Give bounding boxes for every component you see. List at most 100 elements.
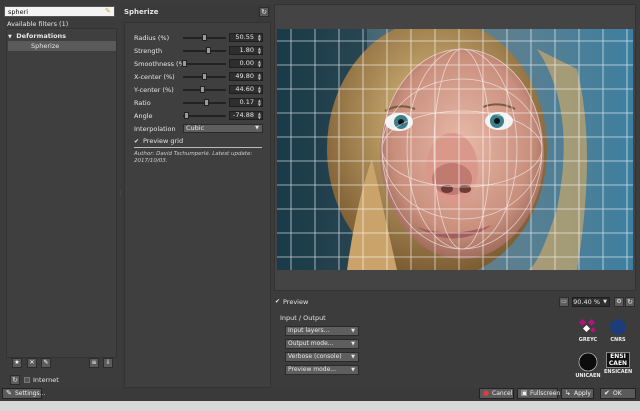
apply-icon: ↳ [565, 389, 571, 397]
reset-params-icon[interactable]: ↻ [259, 7, 269, 17]
io-header: Input / Output [280, 314, 326, 322]
tree-item-spherize[interactable]: Spherize [8, 41, 116, 51]
zoom-out-icon[interactable]: ▭ [559, 297, 569, 307]
spin-arrows-icon[interactable]: ▲ ▼ [256, 86, 261, 94]
ensicaen-mark: ENSI CAEN [606, 352, 630, 368]
param-radius: Radius (%) 50.55 ▲ ▼ [125, 33, 270, 43]
slider-handle[interactable] [204, 99, 209, 106]
slider-handle[interactable] [202, 73, 207, 80]
preview-image[interactable] [277, 29, 633, 270]
param-value-field[interactable]: 0.17 ▲ ▼ [229, 98, 263, 107]
interpolation-select[interactable]: Cubic ▼ [183, 124, 263, 133]
expand-arrow-icon[interactable]: ▼ [8, 34, 14, 40]
ok-label: OK [613, 390, 622, 397]
param-value-field[interactable]: -74.88 ▲ ▼ [229, 111, 263, 120]
param-value: 50.55 [235, 33, 254, 41]
slider-handle[interactable] [200, 86, 205, 93]
author-note: Author: David Tschumperlé. Latest update… [134, 151, 264, 165]
select-value: Preview mode... [288, 366, 336, 373]
param-slider[interactable] [183, 34, 226, 41]
clear-search-icon[interactable]: ✎ [105, 8, 112, 15]
refresh-filters-icon[interactable]: ↻ [10, 375, 20, 385]
param-slider[interactable] [183, 99, 226, 106]
spin-arrows-icon[interactable]: ▲ ▼ [256, 47, 261, 55]
unicaen-mark [578, 352, 598, 372]
chevron-down-icon: ▼ [351, 341, 355, 347]
ensicaen-text: ENSICAEN [604, 369, 633, 375]
preview-controls: ✔ Preview ▭ 90.40 % ▼ ⚙ ↻ [275, 297, 635, 309]
select-value: Output mode... [288, 340, 334, 347]
tree-category-deformations[interactable]: ▼ Deformations [8, 32, 66, 40]
param-value-field[interactable]: 49.80 ▲ ▼ [229, 72, 263, 81]
cnrs-mark [610, 319, 626, 335]
search-input[interactable]: spheri ✎ [4, 6, 115, 17]
param-slider[interactable] [183, 112, 226, 119]
param-value-field[interactable]: 50.55 ▲ ▼ [229, 33, 263, 42]
author-line: Author: David Tschumperlé. Latest update… [134, 151, 253, 157]
spin-arrows-icon[interactable]: ▲ ▼ [256, 73, 261, 81]
remove-fave-icon[interactable]: ✕ [27, 358, 37, 368]
param-smoothness: Smoothness (%) 0.00 ▲ ▼ [125, 59, 270, 69]
zoom-in-icon[interactable]: ⚙ [614, 297, 624, 307]
preview-area[interactable] [274, 4, 636, 291]
param-label: Interpolation [134, 125, 176, 133]
category-label: Deformations [16, 32, 67, 40]
param-slider[interactable] [183, 47, 226, 54]
param-slider[interactable] [182, 60, 226, 67]
zoom-select[interactable]: 90.40 % ▼ [572, 297, 610, 307]
greyc-logo: GREYC [574, 318, 602, 343]
cancel-button[interactable]: ● Cancel [479, 388, 514, 399]
settings-label: Settings... [15, 390, 46, 397]
input-layers-select[interactable]: Input layers... ▼ [285, 326, 359, 336]
list-view-icon[interactable]: ≡ [89, 358, 99, 368]
ensicaen-logo: ENSI CAEN ENSICAEN [604, 352, 632, 375]
output-mode-select[interactable]: Output mode... ▼ [285, 339, 359, 349]
param-value: -74.88 [233, 111, 254, 119]
spin-arrows-icon[interactable]: ▲ ▼ [256, 99, 261, 107]
param-slider[interactable] [183, 73, 226, 80]
filter-tools: ★ ✕ ✎ ≡ ⇩ [10, 358, 115, 370]
preview-grid-checkbox[interactable]: ✔ [134, 139, 140, 145]
param-value: 49.80 [235, 72, 254, 80]
preview-mode-select[interactable]: Preview mode... ▼ [285, 365, 359, 375]
slider-handle[interactable] [206, 47, 211, 54]
internet-row: ↻ Internet [10, 375, 110, 387]
verbose-select[interactable]: Verbose (console) ▼ [285, 352, 359, 362]
filters-panel: spheri ✎ Available filters (1) ▼ Deforma… [4, 4, 117, 386]
param-label: X-center (%) [134, 73, 175, 81]
filter-title: Spherize [124, 8, 159, 16]
fullscreen-icon: ▣ [521, 389, 528, 397]
chevron-down-icon: ▼ [603, 299, 607, 305]
param-slider[interactable] [183, 86, 226, 93]
rename-fave-icon[interactable]: ✎ [41, 358, 51, 368]
cancel-icon: ● [483, 389, 490, 397]
internet-label: Internet [33, 376, 59, 384]
refresh-preview-icon[interactable]: ↻ [625, 297, 635, 307]
select-value: Cubic [186, 124, 205, 132]
fullscreen-button[interactable]: ▣ Fullscreen [517, 388, 560, 399]
ok-button[interactable]: ✔ OK [600, 388, 636, 399]
preview-checkbox[interactable]: ✔ [275, 298, 280, 305]
param-label: Radius (%) [134, 34, 170, 42]
chevron-down-icon: ▼ [351, 367, 355, 373]
slider-handle[interactable] [202, 34, 207, 41]
slider-handle[interactable] [182, 60, 187, 67]
param-value-field[interactable]: 0.00 ▲ ▼ [229, 59, 263, 68]
apply-button[interactable]: ↳ Apply [561, 388, 594, 399]
settings-button[interactable]: ✎ Settings... [2, 388, 46, 399]
param-value-field[interactable]: 44.60 ▲ ▼ [229, 85, 263, 94]
preview-grid-option[interactable]: ✔ Preview grid [134, 137, 183, 145]
param-angle: Angle -74.88 ▲ ▼ [125, 111, 270, 121]
spherized-portrait [277, 29, 633, 270]
add-fave-icon[interactable]: ★ [12, 358, 22, 368]
spin-arrows-icon[interactable]: ▲ ▼ [256, 112, 261, 120]
filter-tree[interactable]: ▼ Deformations Spherize [6, 28, 117, 358]
spin-arrows-icon[interactable]: ▲ ▼ [256, 60, 261, 68]
preview-panel: ✔ Preview ▭ 90.40 % ▼ ⚙ ↻ Input / Output… [274, 4, 636, 386]
filter-params-panel: Spherize ↻ Radius (%) 50.55 ▲ ▼ Strength 1… [121, 4, 271, 388]
param-value-field[interactable]: 1.80 ▲ ▼ [229, 46, 263, 55]
internet-checkbox[interactable] [24, 377, 30, 383]
slider-handle[interactable] [184, 112, 189, 119]
spin-arrows-icon[interactable]: ▲ ▼ [256, 34, 261, 42]
collapse-icon[interactable]: ⇩ [103, 358, 113, 368]
